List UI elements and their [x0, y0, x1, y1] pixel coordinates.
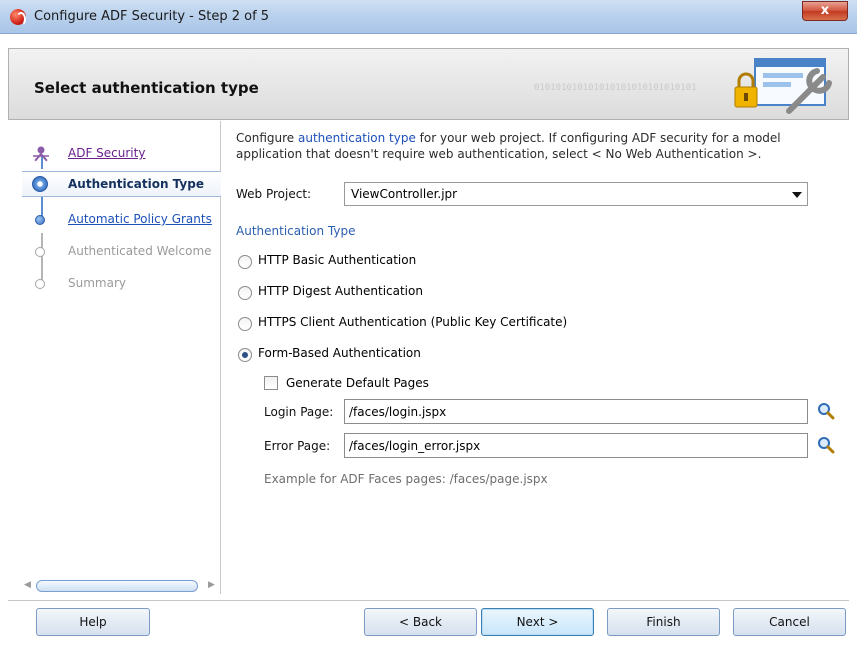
current-step-icon — [32, 176, 48, 192]
radio-label[interactable]: HTTPS Client Authentication (Public Key … — [258, 315, 567, 329]
error-page-input[interactable] — [345, 434, 807, 457]
nav-step-label: ADF Security — [68, 146, 146, 160]
authentication-type-heading: Authentication Type — [236, 224, 356, 238]
step-icon — [35, 215, 45, 225]
login-page-input[interactable] — [345, 400, 807, 423]
nav-step-label: Authentication Type — [68, 177, 204, 191]
intro-text: Configure authentication type for your w… — [236, 130, 836, 162]
web-project-value: ViewController.jpr — [351, 187, 458, 201]
radio-http-basic[interactable] — [238, 255, 252, 269]
search-icon[interactable] — [817, 436, 835, 454]
login-page-field[interactable] — [344, 399, 808, 424]
nav-step-adf-security[interactable]: ADF Security — [22, 141, 221, 167]
page-title: Select authentication type — [34, 79, 259, 97]
footer-separator — [8, 600, 849, 601]
nav-step-summary: Summary — [22, 271, 221, 297]
web-project-label: Web Project: — [236, 187, 312, 201]
search-icon[interactable] — [817, 402, 835, 420]
radio-form-based[interactable] — [238, 348, 252, 362]
nav-horizontal-scrollbar[interactable]: ◀ ▶ — [22, 579, 220, 593]
nav-step-label: Summary — [68, 276, 126, 290]
scrollbar-thumb[interactable] — [36, 580, 198, 592]
step-icon — [35, 247, 45, 257]
nav-step-authentication-type[interactable]: Authentication Type — [22, 171, 221, 197]
step-icon — [35, 279, 45, 289]
scroll-right-icon[interactable]: ▶ — [208, 580, 215, 590]
authentication-type-link[interactable]: authentication type — [298, 131, 416, 145]
finish-button[interactable]: Finish — [607, 608, 720, 636]
web-project-select[interactable]: ViewController.jpr — [344, 182, 808, 206]
close-button[interactable]: x — [802, 1, 848, 21]
radio-https-client[interactable] — [238, 317, 252, 331]
window-titlebar[interactable]: Configure ADF Security - Step 2 of 5 x — [0, 0, 857, 34]
radio-label[interactable]: HTTP Basic Authentication — [258, 253, 416, 267]
radio-http-digest[interactable] — [238, 286, 252, 300]
oracle-app-icon — [10, 9, 26, 26]
nav-step-automatic-policy-grants[interactable]: Automatic Policy Grants — [22, 207, 221, 233]
nav-step-authenticated-welcome: Authenticated Welcome — [22, 239, 221, 265]
security-wizard-graphic — [734, 58, 832, 114]
error-page-label: Error Page: — [264, 439, 331, 453]
nav-step-label: Authenticated Welcome — [68, 244, 212, 258]
nav-step-label: Automatic Policy Grants — [68, 212, 212, 226]
example-hint: Example for ADF Faces pages: /faces/page… — [264, 472, 548, 486]
wizard-steps-nav: ADF Security Authentication Type Automat… — [22, 121, 221, 594]
person-icon — [33, 146, 49, 163]
help-button[interactable]: Help — [36, 608, 150, 636]
login-page-label: Login Page: — [264, 405, 334, 419]
generate-default-pages-label[interactable]: Generate Default Pages — [286, 376, 429, 390]
close-icon: x — [820, 3, 830, 18]
radio-label[interactable]: Form-Based Authentication — [258, 346, 421, 360]
cancel-button[interactable]: Cancel — [733, 608, 846, 636]
header-binary-decoration: 010101010101010101010101010101 — [534, 83, 697, 93]
error-page-field[interactable] — [344, 433, 808, 458]
intro-text-part: Configure — [236, 131, 298, 145]
scroll-left-icon[interactable]: ◀ — [24, 580, 31, 590]
next-button[interactable]: Next > — [481, 608, 594, 636]
window-title: Configure ADF Security - Step 2 of 5 — [34, 9, 270, 24]
chevron-down-icon — [792, 192, 802, 198]
generate-default-pages-checkbox[interactable] — [264, 376, 278, 390]
back-button[interactable]: < Back — [364, 608, 477, 636]
wizard-header: Select authentication type 0101010101010… — [8, 48, 849, 120]
radio-label[interactable]: HTTP Digest Authentication — [258, 284, 423, 298]
